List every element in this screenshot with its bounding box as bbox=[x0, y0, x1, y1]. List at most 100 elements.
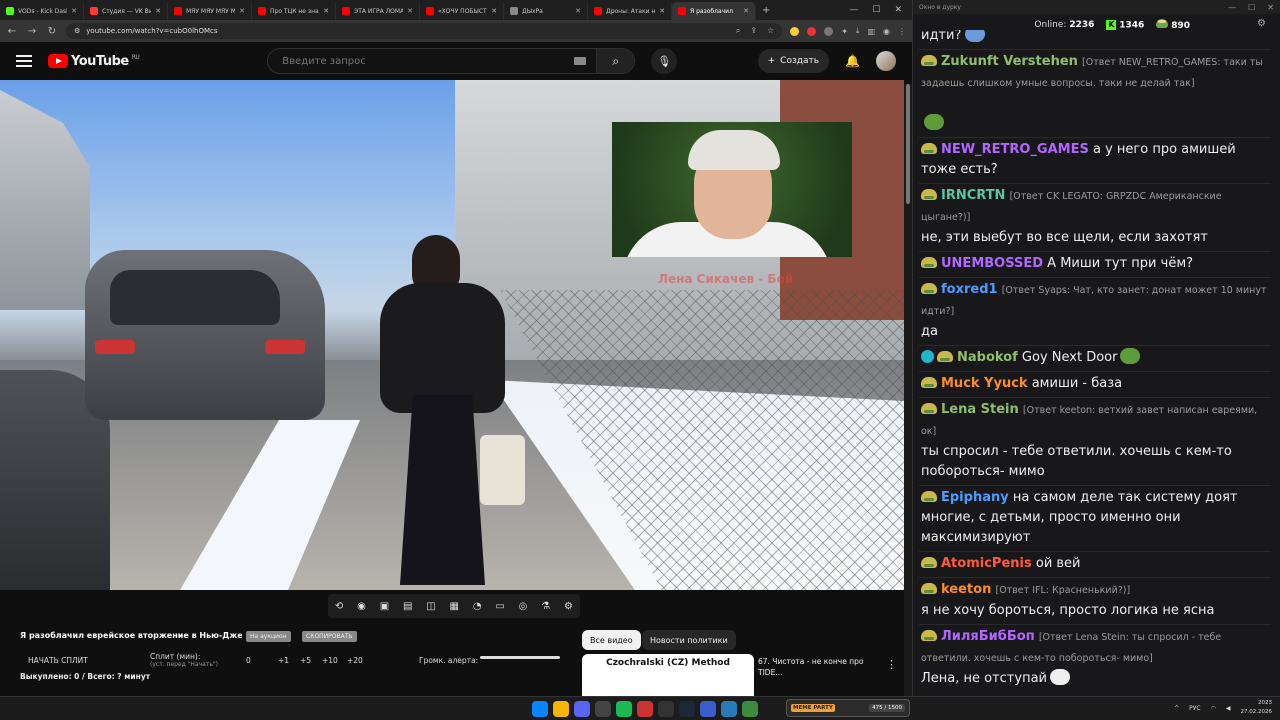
adblock-icon[interactable] bbox=[807, 26, 817, 36]
search-input[interactable] bbox=[268, 55, 575, 67]
close-icon[interactable]: ✕ bbox=[894, 5, 902, 15]
volume-icon[interactable]: ◀ bbox=[1226, 705, 1231, 712]
filter-politics-news[interactable]: Новости политики bbox=[642, 630, 736, 650]
recommended-thumbnail[interactable]: Czochralski (CZ) Method bbox=[582, 654, 754, 696]
chat-username[interactable]: Epiphany bbox=[941, 490, 1009, 505]
puzzle-icon[interactable]: ✦ bbox=[841, 27, 848, 36]
chat-message[interactable]: Muck Yyuck амиши - база bbox=[919, 372, 1271, 398]
tab-close-icon[interactable]: ✕ bbox=[407, 7, 413, 15]
sidebar-icon[interactable]: ▥ bbox=[867, 27, 875, 36]
clip-icon[interactable]: ▤ bbox=[403, 601, 412, 612]
notifications-bell-icon[interactable]: 🔔 bbox=[845, 54, 860, 68]
tab-close-icon[interactable]: ✕ bbox=[71, 7, 77, 15]
tray-arrow-icon[interactable]: ^ bbox=[1174, 705, 1179, 712]
increment-5-button[interactable]: +5 bbox=[300, 656, 311, 665]
chat-username[interactable]: AtomicPenis bbox=[941, 556, 1032, 571]
camera-icon[interactable]: ◎ bbox=[519, 601, 528, 612]
theater-icon[interactable]: ▦ bbox=[450, 601, 459, 612]
close-icon[interactable]: ✕ bbox=[1267, 3, 1274, 12]
browser-tab[interactable]: ЭТА ИГРА ЛОМАЕ ✕ bbox=[336, 2, 420, 20]
subtitles-icon[interactable]: ▭ bbox=[495, 601, 504, 612]
url-text[interactable]: youtube.com/watch?v=cubO0lhOMcs bbox=[86, 27, 217, 35]
chat-username[interactable]: keeton bbox=[941, 582, 991, 597]
media-player-icon[interactable] bbox=[700, 701, 716, 717]
chat-message[interactable]: идти? bbox=[919, 30, 1271, 50]
hamburger-menu-icon[interactable] bbox=[16, 55, 32, 67]
menu-icon[interactable]: ⋮ bbox=[898, 27, 906, 36]
windows-start-icon[interactable] bbox=[532, 701, 548, 717]
chat-message[interactable]: Zukunft Verstehen [Ответ NEW_RETRO_GAMES… bbox=[919, 50, 1271, 138]
keyboard-icon[interactable] bbox=[574, 57, 587, 65]
chat-message[interactable]: NEW_RETRO_GAMES а у него про амишей тоже… bbox=[919, 138, 1271, 184]
chat-message[interactable]: AtomicPenis ой вей bbox=[919, 552, 1271, 578]
increment-10-button[interactable]: +10 bbox=[322, 656, 338, 665]
zoom-icon[interactable]: ⌕ bbox=[736, 26, 740, 36]
extension-icon[interactable] bbox=[790, 26, 800, 36]
chat-message[interactable]: Nabokof Goy Next Door bbox=[919, 346, 1271, 372]
clock[interactable]: 2023 27.02.2026 bbox=[1241, 699, 1273, 717]
discord-icon[interactable] bbox=[574, 701, 590, 717]
tab-close-icon[interactable]: ✕ bbox=[575, 7, 581, 15]
extension-icon[interactable] bbox=[824, 26, 834, 36]
chat-username[interactable]: Nabokof bbox=[957, 350, 1018, 365]
spotify-icon[interactable] bbox=[616, 701, 632, 717]
search-button[interactable]: ⌕ bbox=[596, 49, 635, 73]
download-icon[interactable]: ⤓ bbox=[856, 26, 860, 36]
chat-settings-gear-icon[interactable]: ⚙ bbox=[1257, 18, 1266, 29]
speed-icon[interactable]: ◔ bbox=[473, 601, 482, 612]
filter-icon[interactable]: ⚗ bbox=[541, 601, 550, 612]
tab-close-icon[interactable]: ✕ bbox=[659, 7, 665, 15]
telegram-icon[interactable] bbox=[721, 701, 737, 717]
tab-close-icon[interactable]: ✕ bbox=[323, 7, 329, 15]
reload-icon[interactable]: ↻ bbox=[46, 26, 58, 37]
chat-message[interactable]: Epiphany на самом деле так систему доят … bbox=[919, 486, 1271, 552]
browser-tab[interactable]: Про ТЦК не знаю ✕ bbox=[252, 2, 336, 20]
bookmark-star-icon[interactable]: ☆ bbox=[767, 26, 774, 36]
browser-tab[interactable]: Студия — VK Видео ✕ bbox=[84, 2, 168, 20]
minimize-icon[interactable]: — bbox=[1228, 3, 1236, 12]
chat-username[interactable]: Lena Stein bbox=[941, 402, 1019, 417]
profile-icon[interactable]: ◉ bbox=[883, 27, 890, 36]
forward-icon[interactable]: → bbox=[26, 26, 38, 37]
avatar[interactable] bbox=[876, 51, 896, 71]
video-player[interactable]: Лена Сикачев - Бой bbox=[0, 80, 904, 590]
steam-icon[interactable] bbox=[679, 701, 695, 717]
share-icon[interactable]: ⇪ bbox=[750, 26, 757, 36]
chat-username[interactable]: Zukunft Verstehen bbox=[941, 54, 1078, 69]
browser-tab[interactable]: МЯУ МЯУ МЯУ МЯУ ✕ bbox=[168, 2, 252, 20]
split-value[interactable]: 0 bbox=[246, 656, 251, 665]
tab-close-icon[interactable]: ✕ bbox=[155, 7, 161, 15]
copy-chip[interactable]: СКОПИРОВАТЬ bbox=[302, 631, 357, 642]
youtube-logo[interactable]: YouTube RU bbox=[48, 54, 140, 69]
chat-username[interactable]: ЛиляБибБоп bbox=[941, 629, 1035, 644]
chat-username[interactable]: IRNCRTN bbox=[941, 188, 1005, 203]
site-info-icon[interactable]: ⚙ bbox=[74, 27, 80, 35]
filter-all-videos[interactable]: Все видео bbox=[582, 630, 641, 650]
app-icon[interactable] bbox=[637, 701, 653, 717]
microphone-icon[interactable]: 🎙 bbox=[651, 48, 678, 74]
auction-chip[interactable]: На аукцион bbox=[246, 631, 291, 642]
alert-volume-slider[interactable] bbox=[480, 656, 560, 659]
address-bar[interactable]: ⚙ youtube.com/watch?v=cubO0lhOMcs ⌕ ⇪ ☆ bbox=[66, 23, 783, 39]
chat-message[interactable]: Lena Stein [Ответ keeton: ветхий завет н… bbox=[919, 398, 1271, 486]
obs-icon[interactable] bbox=[658, 701, 674, 717]
maximize-icon[interactable]: ☐ bbox=[872, 5, 880, 15]
wifi-icon[interactable]: ◠ bbox=[1211, 705, 1216, 712]
browser-tab[interactable]: Я разоблачил ✕ bbox=[672, 2, 756, 20]
new-tab-button[interactable]: + bbox=[756, 5, 776, 16]
page-scrollbar[interactable] bbox=[904, 84, 912, 720]
app-icon[interactable] bbox=[595, 701, 611, 717]
audio-icon[interactable]: ◉ bbox=[357, 601, 366, 612]
tab-close-icon[interactable]: ✕ bbox=[239, 7, 245, 15]
loop-icon[interactable]: ⟲ bbox=[335, 601, 343, 612]
chat-username[interactable]: foxred1 bbox=[941, 282, 998, 297]
tab-close-icon[interactable]: ✕ bbox=[491, 7, 497, 15]
create-button[interactable]: + Создать bbox=[757, 49, 830, 73]
browser-tab[interactable]: Дроны: Атаки на Р✕ bbox=[588, 2, 672, 20]
browser-tab[interactable]: VODs - Kick Dashb ✕ bbox=[0, 2, 84, 20]
chat-username[interactable]: NEW_RETRO_GAMES bbox=[941, 142, 1089, 157]
minimize-icon[interactable]: — bbox=[849, 5, 858, 15]
chat-username[interactable]: UNEMBOSSED bbox=[941, 256, 1043, 271]
screenshot-icon[interactable]: ▣ bbox=[380, 601, 389, 612]
back-icon[interactable]: ← bbox=[6, 26, 18, 37]
